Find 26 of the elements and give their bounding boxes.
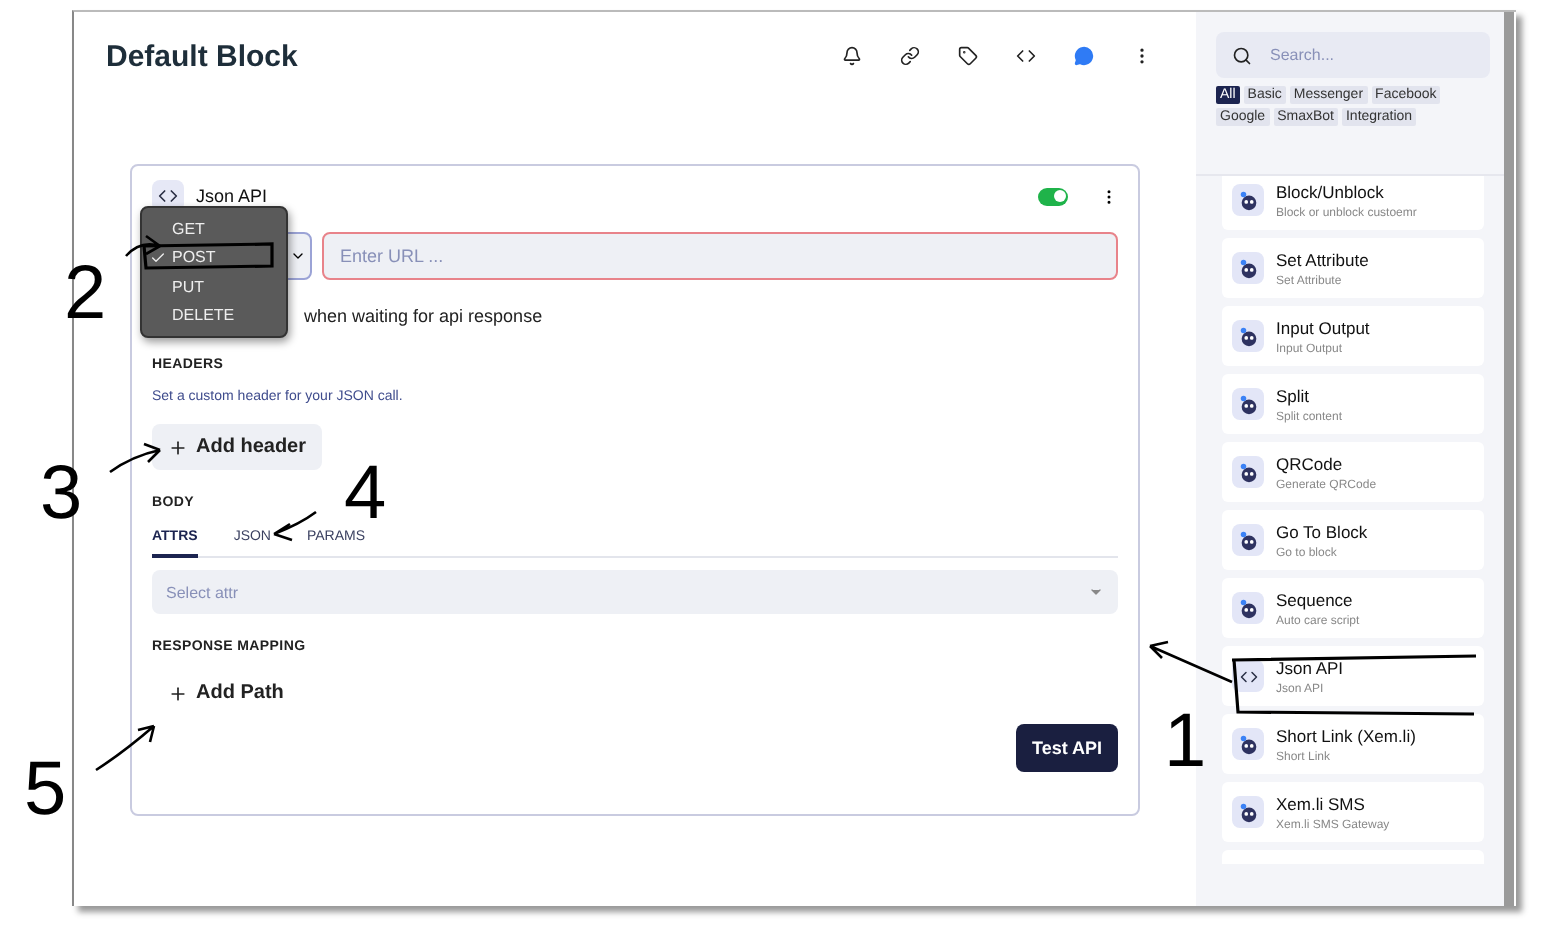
item-title: Json API	[1276, 657, 1344, 677]
item-title: Set Attribute	[1276, 249, 1369, 269]
menu-item[interactable]: POST	[142, 243, 286, 272]
item-title: Split	[1276, 385, 1312, 405]
item-title: Xem.li SMS	[1276, 793, 1367, 813]
add-path-button[interactable]: Add Path	[152, 670, 300, 716]
menu-item[interactable]: PUT	[142, 272, 286, 301]
annotation-number: 5	[24, 752, 67, 828]
item-title: Input Output	[1276, 317, 1370, 337]
annotation-number: 3	[40, 456, 83, 532]
window-title: Default Block	[106, 39, 298, 73]
item-title: QRCode	[1276, 453, 1345, 473]
annotation-number: 4	[344, 456, 387, 532]
url-input[interactable]: Enter URL ...	[322, 232, 1118, 280]
wait-note: when waiting for api response	[304, 306, 545, 328]
add-header-button[interactable]: Add header	[152, 424, 323, 470]
menu-item[interactable]: GET	[142, 214, 286, 243]
menu-item[interactable]: DELETE	[142, 301, 286, 330]
annotation-number: 2	[64, 256, 107, 332]
item-title: Short Link (Xem.li)	[1276, 725, 1416, 745]
item-title: Sequence	[1276, 589, 1355, 609]
test-api-button[interactable]: Test API	[1015, 724, 1118, 772]
card-title: Json API	[196, 186, 270, 206]
item-title: Go To Block	[1276, 521, 1368, 541]
annotation-number: 1	[1164, 704, 1207, 780]
item-title: Block/Unblock	[1276, 181, 1386, 201]
